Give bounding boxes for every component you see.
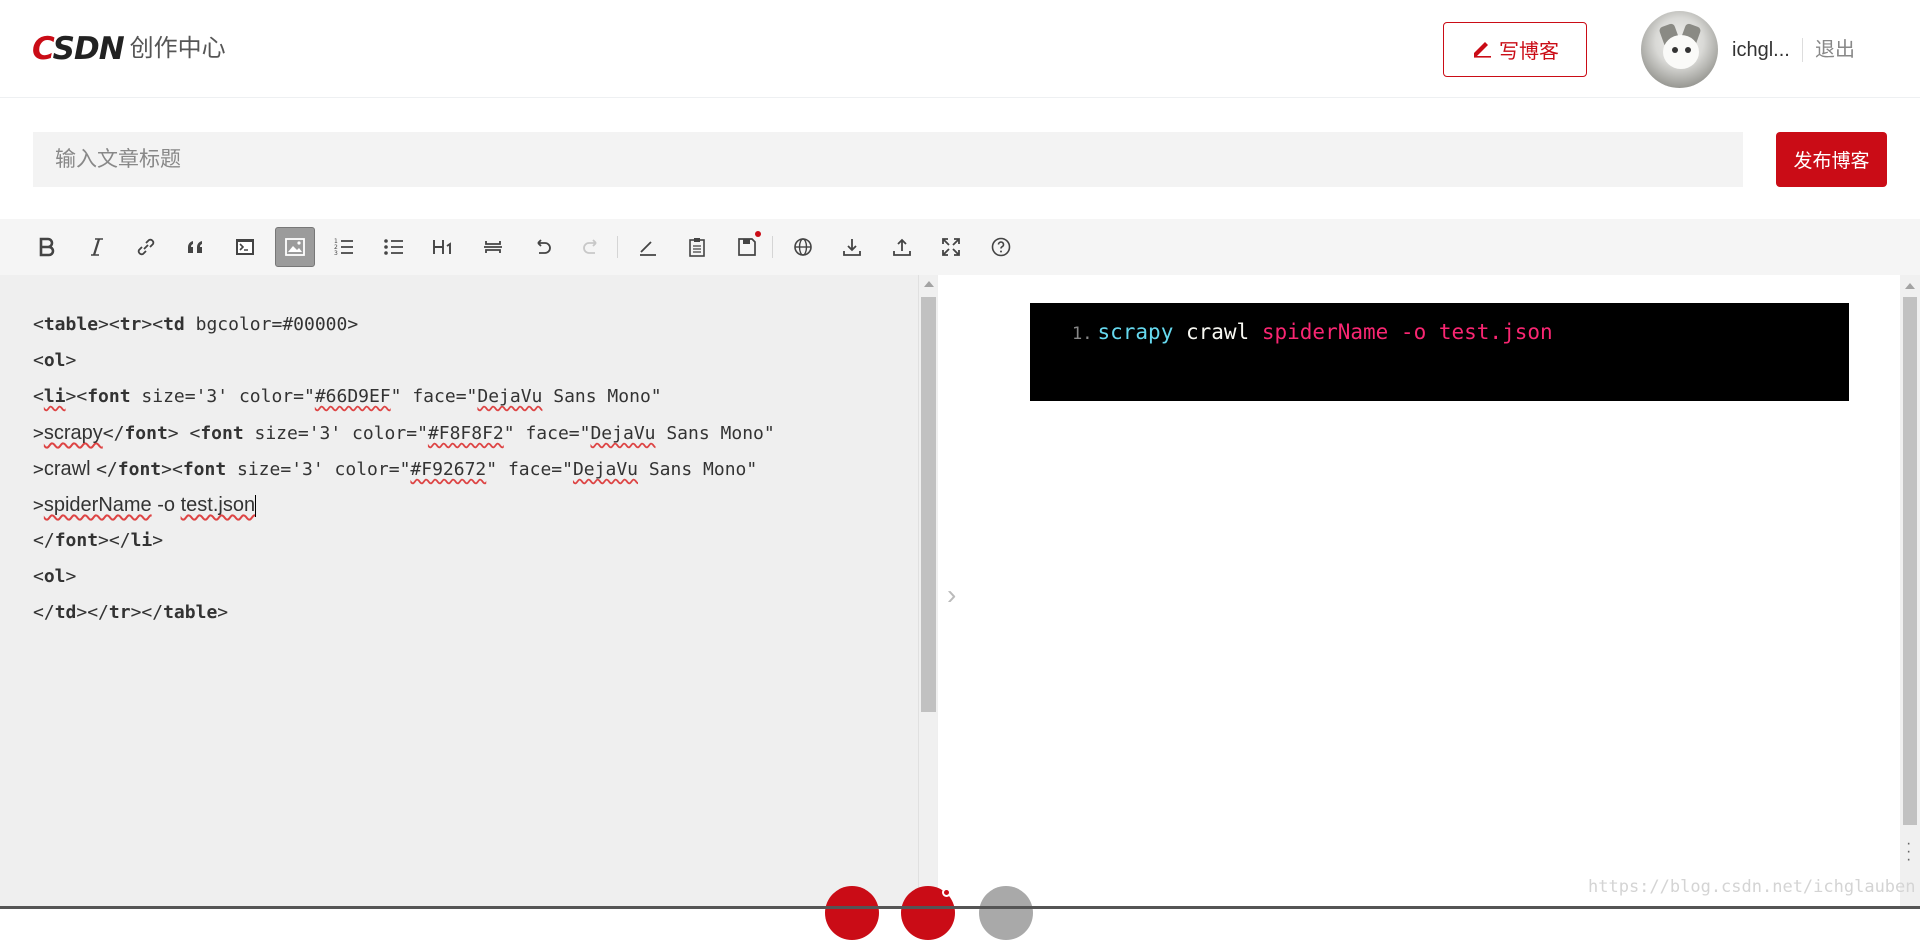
floating-action-button[interactable] — [825, 886, 879, 940]
help-icon[interactable] — [981, 227, 1021, 267]
code-block-preview: 1. scrapy crawl spiderName -o test.json — [1030, 303, 1849, 401]
editor-toolbar: 123 — [0, 219, 1920, 275]
logo-subtitle: 创作中心 — [129, 35, 226, 62]
link-icon[interactable] — [126, 227, 166, 267]
publish-blog-button[interactable]: 发布博客 — [1776, 132, 1887, 187]
csdn-logo[interactable]: CSDN 创作中心 — [32, 32, 226, 66]
editor-line-1: <table><tr><td bgcolor=#00000> — [33, 314, 359, 335]
upload-icon[interactable] — [882, 227, 922, 267]
write-blog-label: 写博客 — [1499, 41, 1559, 63]
top-header: CSDN 创作中心 写博客 ichgl... 退出 — [0, 0, 1920, 98]
toolbar-separator — [617, 236, 618, 258]
editor-line-6: >spiderName -o test.json — [33, 494, 257, 517]
token-crawl: crawl — [1173, 320, 1262, 344]
bold-icon[interactable] — [27, 227, 67, 267]
undo-icon[interactable] — [522, 227, 562, 267]
logout-link[interactable]: 退出 — [1815, 37, 1855, 63]
line-number: 1. — [1072, 324, 1093, 344]
logo-mark: CSDN — [32, 31, 125, 67]
download-icon[interactable] — [832, 227, 872, 267]
scroll-up-arrow[interactable] — [924, 281, 934, 287]
fullscreen-icon[interactable] — [931, 227, 971, 267]
italic-icon[interactable] — [77, 227, 117, 267]
more-vertical-icon[interactable]: · · · — [1906, 836, 1911, 868]
avatar[interactable] — [1641, 11, 1718, 88]
editor-content[interactable]: <table><tr><td bgcolor=#00000> <ol> <li>… — [33, 307, 775, 631]
username[interactable]: ichgl... — [1732, 37, 1790, 63]
globe-icon[interactable] — [783, 227, 823, 267]
watermark: https://blog.csdn.net/ichglauben — [1588, 877, 1916, 897]
editor-line-5: >crawl </font><font size='3' color="#F92… — [33, 458, 758, 480]
code-icon[interactable] — [225, 227, 265, 267]
editor-line-3: <li><font size='3' color="#66D9EF" face=… — [33, 386, 662, 407]
horizontal-rule-icon[interactable] — [473, 227, 513, 267]
editor-line-7: </font></li> — [33, 530, 164, 551]
editor-line-2: <ol> — [33, 350, 77, 371]
write-blog-button[interactable]: 写博客 — [1443, 22, 1587, 77]
floating-tool-button[interactable] — [979, 886, 1033, 940]
unordered-list-icon[interactable] — [374, 227, 414, 267]
quote-icon[interactable] — [176, 227, 216, 267]
preview-scrollbar[interactable] — [1900, 275, 1920, 909]
image-icon[interactable] — [274, 227, 315, 267]
svg-text:3: 3 — [334, 250, 338, 257]
heading-icon[interactable] — [423, 227, 463, 267]
markdown-editor[interactable]: <table><tr><td bgcolor=#00000> <ol> <li>… — [0, 275, 938, 909]
clipboard-icon[interactable] — [677, 227, 717, 267]
editor-line-4: >scrapy</font> <font size='3' color="#F8… — [33, 422, 775, 444]
token-scrapy: scrapy — [1097, 320, 1174, 344]
floating-save-button[interactable] — [901, 886, 955, 940]
token-args: spiderName -o test.json — [1261, 320, 1553, 344]
editor-line-8: <ol> — [33, 566, 77, 587]
toolbar-separator — [772, 236, 773, 258]
chevron-right-icon[interactable]: › — [947, 580, 956, 610]
ordered-list-icon[interactable]: 123 — [324, 227, 364, 267]
editor-scrollbar[interactable] — [918, 275, 937, 909]
scroll-up-arrow[interactable] — [1905, 283, 1915, 289]
save-icon[interactable] — [727, 227, 767, 267]
redo-icon[interactable] — [572, 227, 612, 267]
scrollbar-thumb[interactable] — [1903, 297, 1917, 825]
editor-line-9: </td></tr></table> — [33, 602, 229, 623]
divider — [1802, 38, 1803, 62]
article-title-input[interactable] — [33, 132, 1743, 187]
pen-icon[interactable] — [628, 227, 668, 267]
pencil-icon — [1471, 36, 1493, 64]
scrollbar-thumb[interactable] — [921, 297, 936, 712]
